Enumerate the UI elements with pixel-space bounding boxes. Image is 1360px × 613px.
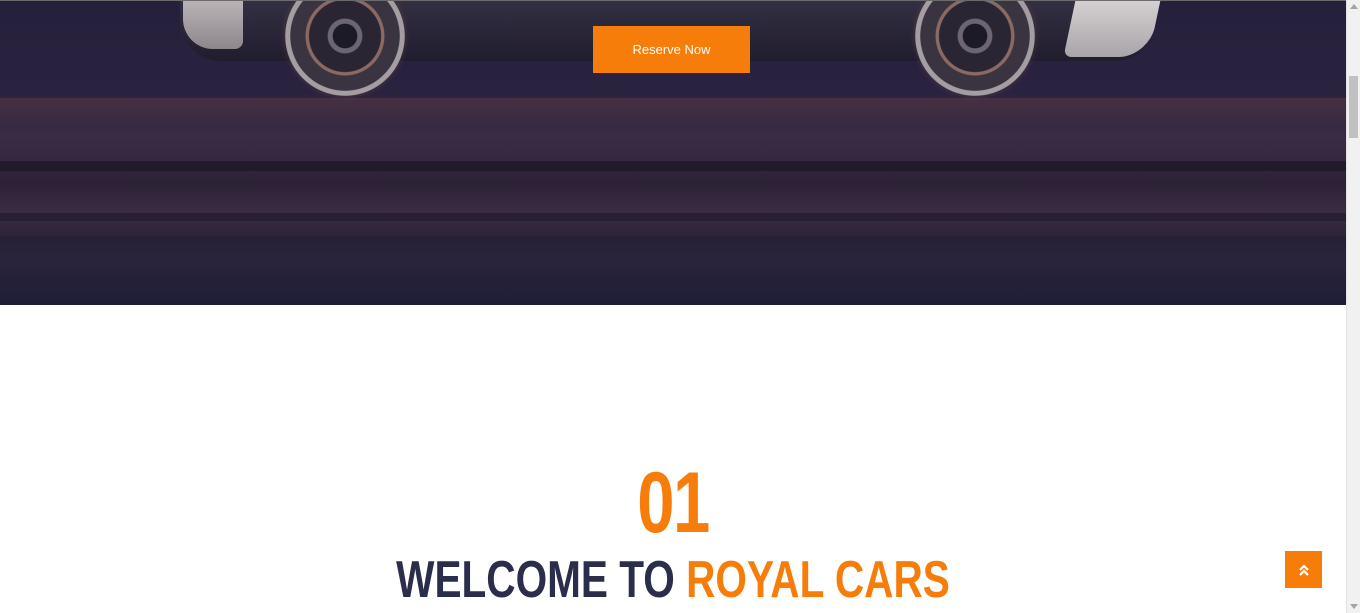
section-number: 01 [637, 455, 710, 551]
double-chevron-up-icon [1297, 563, 1311, 577]
road-stripe [0, 236, 1346, 305]
vertical-scrollbar[interactable] [1346, 0, 1360, 613]
back-to-top-button[interactable] [1285, 551, 1322, 588]
welcome-section: 01 WELCOME TO ROYAL CARS [0, 305, 1346, 613]
reserve-now-button[interactable]: Reserve Now [593, 26, 750, 73]
section-title-part1: WELCOME TO [396, 551, 687, 609]
car-bumper-right [1063, 1, 1162, 57]
road-stripe [0, 98, 1346, 124]
scroll-up-arrow-icon[interactable] [1350, 4, 1358, 9]
car-wheel-left [285, 1, 405, 96]
hero-banner: Reserve Now [0, 0, 1346, 305]
section-title: WELCOME TO ROYAL CARS [148, 552, 1198, 608]
scrollbar-thumb[interactable] [1349, 76, 1358, 138]
road-stripe [0, 161, 1346, 171]
car-wheel-right [915, 1, 1035, 96]
section-title-brand: ROYAL CARS [686, 551, 950, 609]
road-stripe [0, 213, 1346, 221]
page: Reserve Now 01 WELCOME TO ROYAL CARS [0, 0, 1346, 613]
scroll-down-arrow-icon[interactable] [1350, 604, 1358, 609]
